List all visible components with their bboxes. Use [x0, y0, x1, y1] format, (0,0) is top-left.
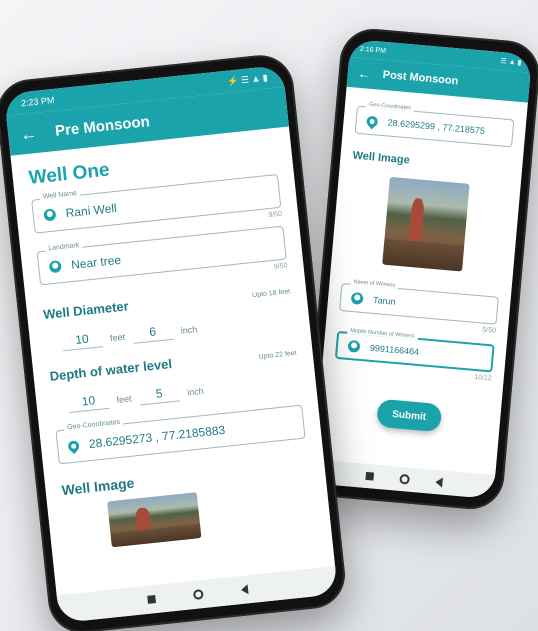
section-heading: Well Image	[352, 149, 411, 167]
person-icon	[347, 339, 361, 353]
location-pin-icon	[65, 438, 82, 454]
person-icon	[43, 208, 57, 222]
field-value: Tarun	[372, 294, 396, 307]
field-value: Rani Well	[65, 200, 118, 221]
field-label: Landmark	[45, 241, 83, 253]
diameter-feet-input[interactable]: 10	[61, 330, 103, 352]
page-title: Pre Monsoon	[54, 112, 151, 140]
screen: 2:23 PM ⚡ ☰ ▲ ▮ ← Pre Monsoon Well One W…	[3, 64, 339, 624]
section-heading: Well Image	[60, 474, 136, 499]
limit-note: Upto 18 feet	[251, 288, 291, 300]
nav-recents-icon[interactable]	[146, 595, 156, 604]
submit-button[interactable]: Submit	[376, 398, 443, 433]
form: Geo-Coordinates 28.6295299 , 77.218575 W…	[316, 87, 527, 448]
field-value: 9991166464	[369, 342, 420, 358]
status-time: 2:23 PM	[20, 94, 55, 109]
field-label: Well Name	[39, 189, 81, 201]
status-icons: ☰ ▲ ▮	[500, 58, 522, 67]
status-time: 2:16 PM	[359, 45, 387, 55]
field-value: 28.6295273 , 77.2185883	[88, 422, 226, 452]
screen: 2:16 PM ☰ ▲ ▮ ← Post Monsoon Geo-Coordin…	[311, 38, 533, 500]
depth-inch-input[interactable]: 5	[138, 384, 181, 406]
person-icon	[350, 291, 364, 305]
unit-label: feet	[109, 331, 126, 344]
unit-label: feet	[116, 393, 133, 405]
geo-coordinates-field[interactable]: Geo-Coordinates 28.6295273 , 77.2185883	[55, 404, 306, 465]
back-arrow-icon[interactable]: ←	[357, 65, 371, 81]
section-heading: Depth of water level	[48, 356, 173, 384]
well-photo[interactable]	[382, 176, 470, 272]
field-label: Geo-Coordinates	[63, 418, 124, 432]
field-label: Name of Witness	[350, 278, 399, 289]
unit-label: inch	[180, 324, 198, 336]
unit-label: inch	[186, 385, 205, 398]
form: Well One Well Name Rani Well 9/50 Landma…	[10, 126, 332, 567]
geo-coordinates-field[interactable]: Geo-Coordinates 28.6295299 , 77.218575	[354, 101, 515, 148]
limit-note: Upto 22 feet	[258, 349, 298, 361]
person-icon	[48, 260, 62, 274]
nav-back-icon[interactable]	[240, 584, 249, 596]
nav-home-icon[interactable]	[398, 473, 410, 485]
status-icons: ⚡ ☰ ▲ ▮	[226, 71, 269, 87]
field-value: Near tree	[70, 252, 122, 272]
system-nav-bar	[311, 459, 496, 500]
nav-recents-icon[interactable]	[364, 471, 374, 481]
field-label: Geo-Coordinates	[365, 101, 415, 112]
section-heading: Well Diameter	[42, 298, 130, 323]
depth-feet-input[interactable]: 10	[67, 391, 110, 413]
location-pin-icon	[364, 113, 380, 129]
field-value: 28.6295299 , 77.218575	[387, 117, 486, 136]
phone-post-monsoon: 2:16 PM ☰ ▲ ▮ ← Post Monsoon Geo-Coordin…	[301, 26, 538, 512]
nav-back-icon[interactable]	[434, 476, 443, 488]
back-arrow-icon[interactable]: ←	[19, 123, 38, 144]
phone-pre-monsoon: 2:23 PM ⚡ ☰ ▲ ▮ ← Pre Monsoon Well One W…	[0, 51, 349, 631]
diameter-inch-input[interactable]: 6	[132, 322, 174, 344]
stage: 2:16 PM ☰ ▲ ▮ ← Post Monsoon Geo-Coordin…	[0, 0, 538, 631]
field-label: Mobile Number of Witness	[347, 327, 418, 340]
nav-home-icon[interactable]	[192, 589, 204, 601]
page-title: Post Monsoon	[382, 68, 459, 88]
well-photo[interactable]	[107, 492, 202, 548]
system-nav-bar	[56, 566, 339, 624]
